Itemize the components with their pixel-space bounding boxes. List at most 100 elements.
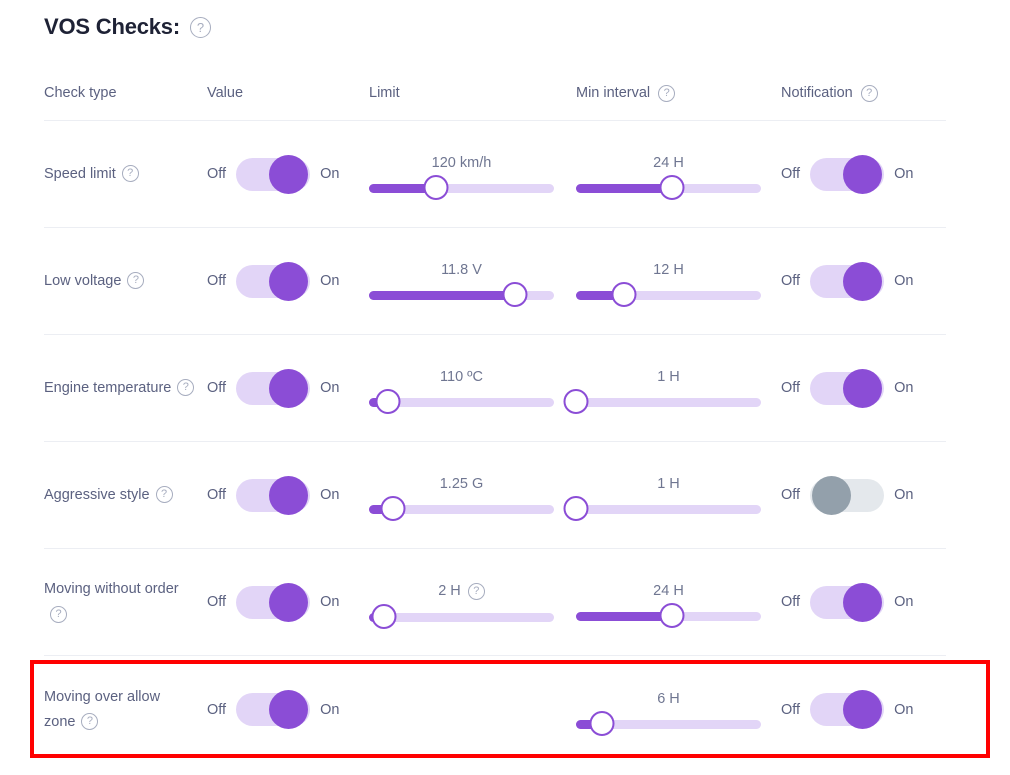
min-interval-cell: 12 H — [576, 262, 781, 307]
limit-slider-value-text: 2 H — [438, 583, 461, 599]
notification-toggle[interactable] — [810, 690, 885, 729]
help-circle-icon[interactable]: ? — [467, 582, 485, 600]
help-circle-icon[interactable]: ? — [860, 84, 878, 102]
value-toggle[interactable] — [236, 475, 311, 515]
min-interval-slider-block: 12 H — [576, 262, 761, 307]
min-interval-slider[interactable] — [576, 710, 761, 736]
limit-slider-thumb[interactable] — [371, 603, 397, 629]
help-circle-icon[interactable]: ? — [121, 165, 139, 183]
notification-cell: Off On — [781, 475, 946, 515]
notification-toggle-group: Off On — [781, 582, 913, 622]
notification-toggle[interactable] — [810, 261, 885, 301]
check-type-cell: Low voltage? — [44, 269, 207, 294]
table-row: Low voltage? Off On 11.8 V 12 H Off On — [44, 228, 946, 335]
value-cell: Off On — [207, 475, 369, 515]
notification-toggle-off-label: Off — [781, 380, 801, 396]
limit-slider-fill — [369, 291, 516, 300]
min-interval-slider-block: 6 H — [576, 690, 761, 736]
limit-slider[interactable] — [369, 496, 554, 521]
min-interval-slider-block: 1 H — [563, 369, 761, 414]
notification-toggle-group: Off On — [781, 154, 913, 194]
notification-toggle-group: Off On — [781, 261, 913, 301]
limit-slider-thumb[interactable] — [423, 175, 449, 200]
help-circle-icon[interactable]: ? — [189, 16, 211, 38]
value-toggle[interactable] — [236, 261, 311, 301]
min-interval-slider-thumb[interactable] — [563, 389, 589, 414]
min-interval-slider-thumb[interactable] — [589, 710, 615, 736]
limit-slider-thumb[interactable] — [375, 389, 400, 414]
min-interval-slider[interactable] — [576, 175, 761, 200]
limit-slider-thumb[interactable] — [380, 496, 406, 521]
check-type-label: Moving without order? — [44, 577, 207, 627]
min-interval-slider[interactable] — [576, 603, 761, 628]
limit-cell: 2 H? — [369, 582, 576, 629]
min-interval-slider-block: 1 H — [563, 476, 761, 521]
min-interval-slider-value-text: 6 H — [657, 690, 680, 707]
limit-slider-value: 110 ºC — [369, 369, 554, 385]
notification-toggle-off-label: Off — [781, 166, 801, 182]
value-toggle-knob — [269, 475, 309, 515]
value-toggle-group: Off On — [207, 154, 339, 194]
value-toggle[interactable] — [236, 154, 311, 194]
help-circle-icon[interactable]: ? — [177, 379, 195, 397]
notification-cell: Off On — [781, 582, 946, 622]
notification-toggle[interactable] — [810, 154, 885, 194]
min-interval-slider[interactable] — [563, 496, 761, 521]
check-type-label: Moving over allow zone? — [44, 688, 161, 731]
check-type-label: Aggressive style? — [44, 483, 185, 508]
limit-slider[interactable] — [369, 175, 554, 200]
notification-toggle-knob — [843, 368, 883, 408]
help-circle-icon[interactable]: ? — [81, 713, 99, 731]
min-interval-cell: 24 H — [576, 155, 781, 200]
page-title: VOS Checks: ? — [44, 14, 211, 40]
check-type-label: Speed limit? — [44, 162, 151, 187]
limit-slider-thumb[interactable] — [502, 282, 528, 307]
check-type-label: Engine temperature? — [44, 376, 206, 401]
value-toggle-knob — [269, 154, 309, 194]
value-toggle[interactable] — [236, 582, 311, 622]
limit-cell — [369, 705, 576, 714]
value-toggle[interactable] — [236, 690, 311, 729]
table-row: Speed limit? Off On 120 km/h 24 H Off On — [44, 121, 946, 228]
min-interval-slider-fill — [576, 612, 673, 621]
value-toggle-off-label: Off — [207, 594, 227, 610]
notification-toggle[interactable] — [810, 368, 885, 408]
limit-slider-value: 120 km/h — [369, 155, 554, 171]
min-interval-slider[interactable] — [576, 282, 761, 307]
min-interval-slider-thumb[interactable] — [611, 282, 637, 307]
value-cell: Off On — [207, 690, 369, 729]
min-interval-slider-thumb[interactable] — [659, 603, 685, 628]
limit-slider[interactable] — [369, 603, 554, 629]
min-interval-slider-value-text: 1 H — [657, 369, 680, 385]
limit-slider-empty — [369, 705, 554, 714]
notification-toggle-group: Off On — [781, 475, 913, 515]
min-interval-slider-thumb[interactable] — [659, 175, 685, 200]
value-toggle-knob — [269, 690, 309, 729]
notification-toggle[interactable] — [810, 475, 885, 515]
table-row: Engine temperature? Off On 110 ºC 1 H Off On — [44, 335, 946, 442]
value-cell: Off On — [207, 368, 369, 408]
help-circle-icon[interactable]: ? — [155, 486, 173, 504]
min-interval-slider-fill — [576, 184, 673, 193]
column-header-notification-label: Notification — [781, 85, 853, 101]
limit-slider[interactable] — [369, 389, 554, 414]
min-interval-slider[interactable] — [563, 389, 761, 414]
value-toggle[interactable] — [236, 368, 311, 408]
min-interval-slider-thumb[interactable] — [563, 496, 589, 521]
check-type-cell: Engine temperature? — [44, 376, 207, 401]
min-interval-slider-block: 24 H — [576, 155, 761, 200]
table-row: Moving over allow zone? Off On 6 H Off On — [44, 656, 946, 763]
notification-toggle-group: Off On — [781, 368, 913, 408]
notification-toggle-on-label: On — [894, 701, 914, 718]
min-interval-slider-value-text: 24 H — [653, 583, 684, 599]
min-interval-slider-value: 12 H — [576, 262, 761, 278]
notification-toggle[interactable] — [810, 582, 885, 622]
value-toggle-knob — [269, 582, 309, 622]
check-type-cell: Aggressive style? — [44, 483, 207, 508]
help-circle-icon[interactable]: ? — [127, 272, 145, 290]
limit-slider[interactable] — [369, 282, 554, 307]
check-type-label: Low voltage? — [44, 269, 156, 294]
help-circle-icon[interactable]: ? — [658, 84, 676, 102]
min-interval-cell: 1 H — [563, 369, 781, 414]
help-circle-icon[interactable]: ? — [50, 605, 67, 623]
